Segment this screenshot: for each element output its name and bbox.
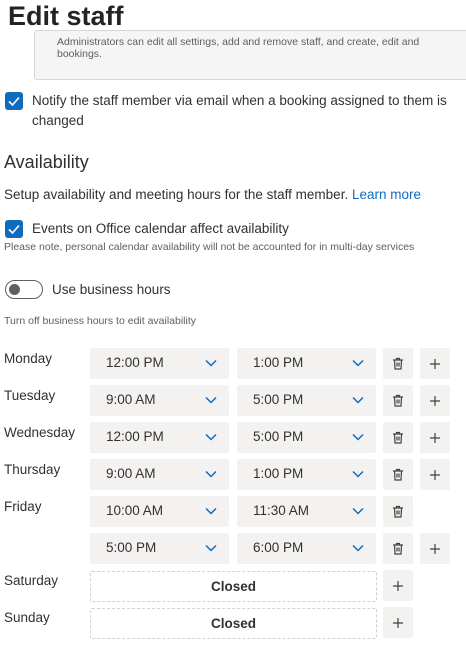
- chevron-down-icon: [205, 507, 217, 515]
- day-label-tuesday: Tuesday: [4, 388, 56, 403]
- tuesday-end-value: 5:00 PM: [253, 392, 304, 407]
- role-info-text: Administrators can edit all settings, ad…: [57, 36, 466, 60]
- trash-icon: [393, 394, 403, 407]
- notify-label: Notify the staff member via email when a…: [32, 91, 466, 131]
- friday-add-button[interactable]: [420, 533, 450, 564]
- chevron-down-icon: [205, 433, 217, 441]
- chevron-down-icon: [352, 470, 364, 478]
- tuesday-start-select[interactable]: 9:00 AM: [90, 385, 229, 416]
- wednesday-start-select[interactable]: 12:00 PM: [90, 422, 229, 453]
- tuesday-delete-button[interactable]: [383, 385, 413, 416]
- business-hours-note: Turn off business hours to edit availabi…: [4, 315, 197, 327]
- thursday-add-button[interactable]: [420, 459, 450, 490]
- page-title: Edit staff: [8, 1, 124, 31]
- tuesday-start-value: 9:00 AM: [106, 392, 156, 407]
- sunday-add-button[interactable]: [383, 607, 413, 638]
- day-label-friday: Friday: [4, 499, 42, 514]
- day-label-saturday: Saturday: [4, 573, 59, 588]
- chevron-down-icon: [205, 396, 217, 404]
- chevron-down-icon: [352, 544, 364, 552]
- wednesday-end-select[interactable]: 5:00 PM: [237, 422, 376, 453]
- checkmark-icon: [8, 224, 20, 235]
- day-label-thursday: Thursday: [4, 462, 61, 477]
- wednesday-start-value: 12:00 PM: [106, 429, 164, 444]
- friday-start-select[interactable]: 10:00 AM: [90, 496, 229, 527]
- thursday-end-select[interactable]: 1:00 PM: [237, 459, 376, 490]
- sunday-closed: Closed: [90, 608, 377, 639]
- learn-more-link[interactable]: Learn more: [352, 187, 421, 202]
- checkmark-icon: [8, 96, 20, 107]
- friday-start-select-2[interactable]: 5:00 PM: [90, 533, 229, 564]
- friday-end-value: 11:30 AM: [253, 503, 310, 518]
- chevron-down-icon: [352, 396, 364, 404]
- trash-icon: [393, 542, 403, 555]
- chevron-down-icon: [205, 359, 217, 367]
- trash-icon: [393, 431, 403, 444]
- tuesday-end-select[interactable]: 5:00 PM: [237, 385, 376, 416]
- notify-checkbox[interactable]: [5, 92, 23, 110]
- plus-icon: [430, 358, 440, 369]
- business-hours-toggle[interactable]: [5, 280, 43, 299]
- events-affect-availability-checkbox[interactable]: [5, 220, 23, 238]
- friday-delete-button[interactable]: [383, 496, 413, 527]
- plus-icon: [430, 543, 440, 554]
- monday-start-value: 12:00 PM: [106, 355, 164, 370]
- day-label-sunday: Sunday: [4, 610, 50, 625]
- friday-end-select-2[interactable]: 6:00 PM: [237, 533, 376, 564]
- personal-calendar-note: Please note, personal calendar availabil…: [4, 241, 415, 253]
- chevron-down-icon: [205, 544, 217, 552]
- saturday-add-button[interactable]: [383, 570, 413, 601]
- thursday-start-value: 9:00 AM: [106, 466, 156, 481]
- role-info-line-1: Administrators can edit all settings, ad…: [57, 36, 420, 48]
- events-affect-availability-label: Events on Office calendar affect availab…: [32, 221, 289, 236]
- monday-delete-button[interactable]: [383, 348, 413, 379]
- thursday-end-value: 1:00 PM: [253, 466, 304, 481]
- saturday-closed: Closed: [90, 571, 377, 602]
- wednesday-end-value: 5:00 PM: [253, 429, 304, 444]
- day-label-wednesday: Wednesday: [4, 425, 76, 440]
- business-hours-label: Use business hours: [52, 282, 171, 297]
- plus-icon: [430, 469, 440, 480]
- friday-end-select[interactable]: 11:30 AM: [237, 496, 376, 527]
- wednesday-delete-button[interactable]: [383, 422, 413, 453]
- monday-end-select[interactable]: 1:00 PM: [237, 348, 376, 379]
- availability-description-text: Setup availability and meeting hours for…: [4, 187, 349, 202]
- role-info-box: Administrators can edit all settings, ad…: [34, 30, 466, 80]
- day-label-monday: Monday: [4, 351, 53, 366]
- chevron-down-icon: [352, 359, 364, 367]
- chevron-down-icon: [205, 470, 217, 478]
- plus-icon: [430, 432, 440, 443]
- tuesday-add-button[interactable]: [420, 385, 450, 416]
- chevron-down-icon: [352, 433, 364, 441]
- plus-icon: [393, 580, 403, 591]
- friday-end-value-2: 6:00 PM: [253, 540, 304, 555]
- thursday-start-select[interactable]: 9:00 AM: [90, 459, 229, 490]
- availability-heading: Availability: [4, 152, 89, 172]
- chevron-down-icon: [352, 507, 364, 515]
- friday-start-value-2: 5:00 PM: [106, 540, 157, 555]
- trash-icon: [393, 505, 403, 518]
- friday-delete-button-2[interactable]: [383, 533, 413, 564]
- friday-start-value: 10:00 AM: [106, 503, 164, 518]
- plus-icon: [430, 395, 440, 406]
- trash-icon: [393, 357, 403, 370]
- trash-icon: [393, 468, 403, 481]
- notify-label-line-2: changed: [32, 113, 84, 128]
- monday-end-value: 1:00 PM: [253, 355, 304, 370]
- availability-description: Setup availability and meeting hours for…: [4, 185, 421, 205]
- thursday-delete-button[interactable]: [383, 459, 413, 490]
- monday-start-select[interactable]: 12:00 PM: [90, 348, 229, 379]
- toggle-knob: [9, 284, 20, 295]
- plus-icon: [393, 617, 403, 628]
- wednesday-add-button[interactable]: [420, 422, 450, 453]
- notify-label-line-1: Notify the staff member via email when a…: [32, 93, 447, 108]
- monday-add-button[interactable]: [420, 348, 450, 379]
- role-info-line-2: bookings.: [57, 48, 102, 60]
